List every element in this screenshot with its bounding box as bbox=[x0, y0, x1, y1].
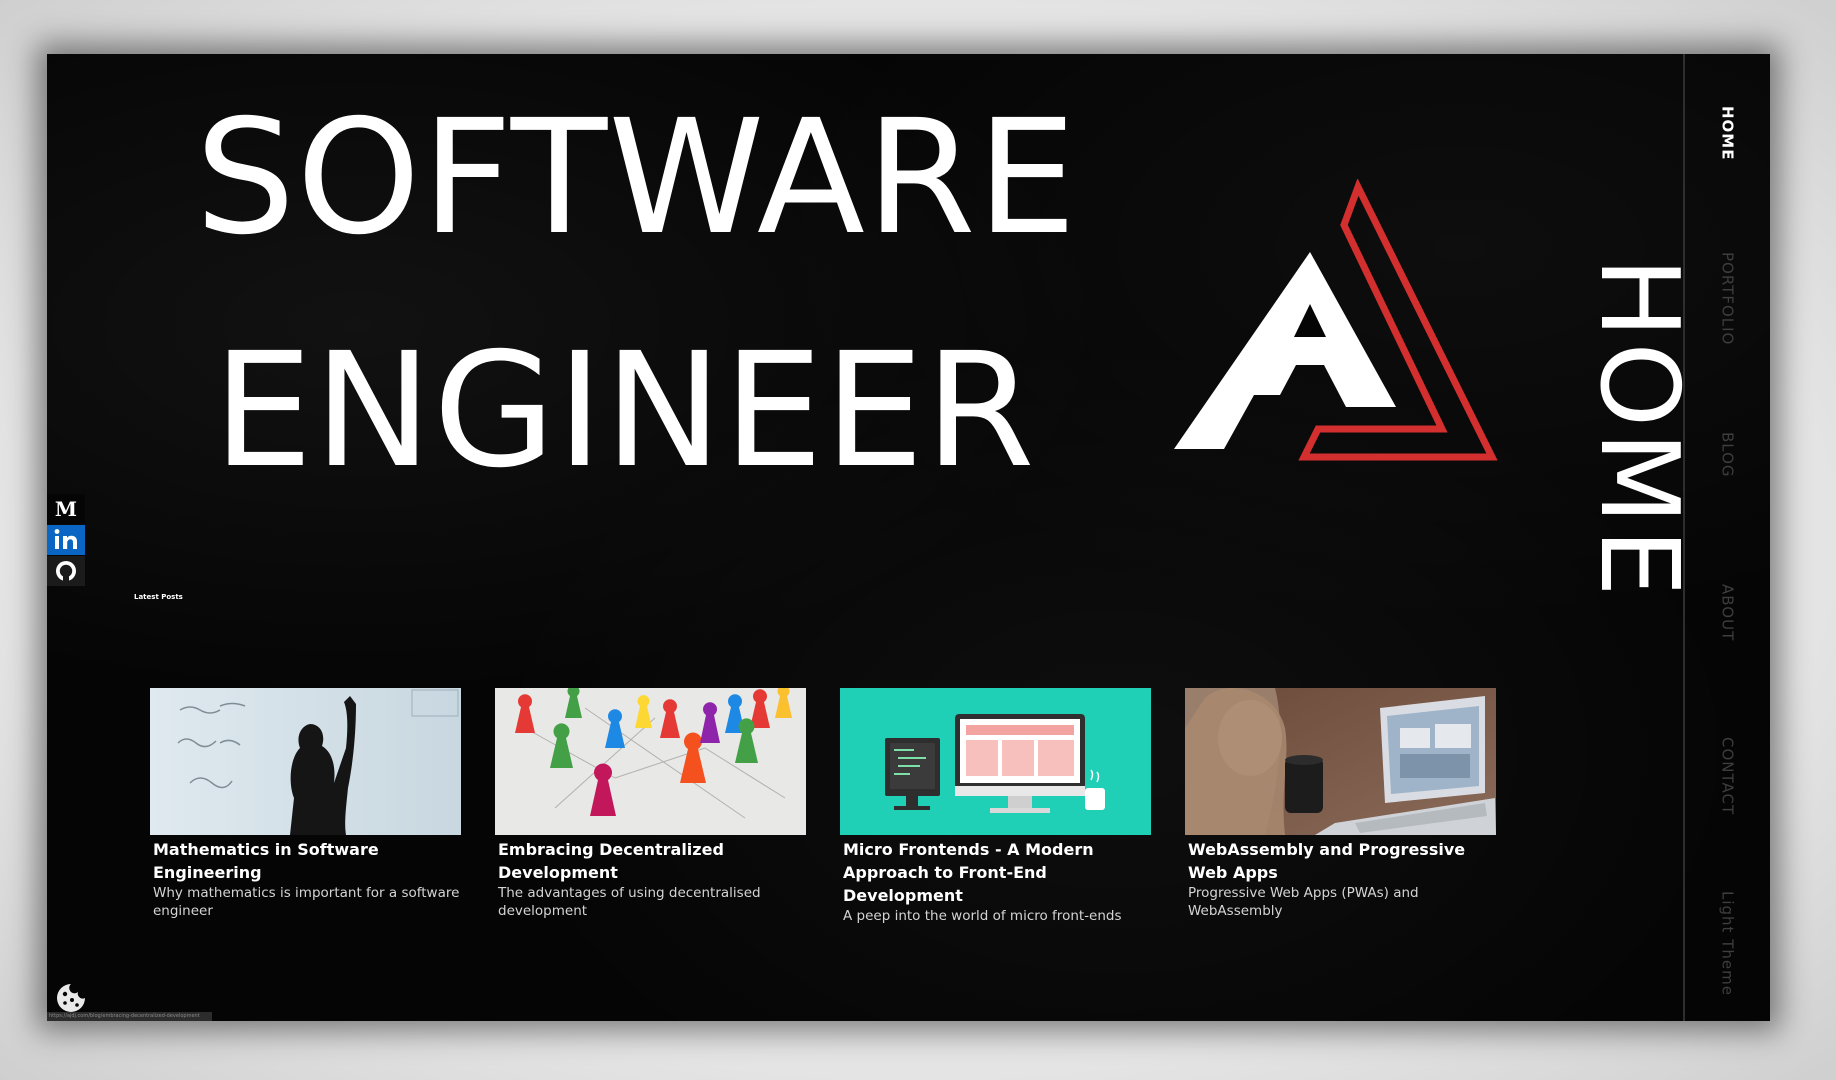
colorful-pawns-image bbox=[495, 688, 806, 835]
post-thumbnail bbox=[150, 688, 461, 835]
linkedin-icon bbox=[47, 525, 85, 555]
post-thumbnail bbox=[1185, 688, 1496, 835]
post-title[interactable]: Embracing Decentralized Development bbox=[498, 838, 806, 884]
post-card[interactable]: WebAssembly and Progressive Web Apps Pro… bbox=[1185, 688, 1496, 920]
linkedin-link[interactable] bbox=[47, 525, 85, 555]
section-title-vertical: HOME bbox=[1576, 257, 1701, 601]
github-icon bbox=[47, 556, 85, 586]
home-section: SOFTWARE ENGINEER HOME M Latest Posts Ma… bbox=[47, 54, 1701, 1021]
theme-toggle[interactable]: Light Theme bbox=[1685, 891, 1770, 1011]
cookie-settings-icon[interactable] bbox=[56, 983, 86, 1013]
nav-item-about[interactable]: ABOUT bbox=[1685, 584, 1770, 674]
post-card[interactable]: Embracing Decentralized Development The … bbox=[495, 688, 806, 920]
social-links: M bbox=[47, 494, 85, 587]
post-card[interactable]: Mathematics in Software Engineering Why … bbox=[150, 688, 461, 920]
laptop-person-image bbox=[1185, 688, 1496, 835]
hero-line-2: ENGINEER bbox=[213, 319, 1036, 503]
post-title[interactable]: WebAssembly and Progressive Web Apps bbox=[1188, 838, 1496, 884]
micro-frontends-image bbox=[840, 688, 1151, 835]
post-description: Progressive Web Apps (PWAs) and WebAssem… bbox=[1188, 885, 1419, 919]
post-description: A peep into the world of micro front-end… bbox=[843, 908, 1122, 924]
post-thumbnail bbox=[495, 688, 806, 835]
medium-icon: M bbox=[47, 494, 85, 524]
brand-logo bbox=[1174, 179, 1498, 461]
hero-line-1: SOFTWARE bbox=[195, 86, 1078, 270]
post-description: Why mathematics is important for a softw… bbox=[153, 885, 460, 919]
post-title[interactable]: Mathematics in Software Engineering bbox=[153, 838, 461, 884]
browser-viewport: SOFTWARE ENGINEER HOME M Latest Posts Ma… bbox=[47, 54, 1770, 1021]
status-bar-url: https://ajdj.com/blog/embracing-decentra… bbox=[47, 1012, 212, 1021]
post-thumbnail bbox=[840, 688, 1151, 835]
svg-text:M: M bbox=[55, 497, 77, 521]
github-link[interactable] bbox=[47, 556, 85, 586]
nav-item-blog[interactable]: BLOG bbox=[1685, 432, 1770, 502]
post-description: The advantages of using decentralised de… bbox=[498, 885, 761, 919]
nav-item-portfolio[interactable]: PORTFOLIO bbox=[1685, 252, 1770, 362]
post-title[interactable]: Micro Frontends - A Modern Approach to F… bbox=[843, 838, 1151, 907]
math-whiteboard-image bbox=[150, 688, 461, 835]
nav-item-contact[interactable]: CONTACT bbox=[1685, 737, 1770, 842]
latest-posts-label: Latest Posts bbox=[134, 593, 183, 601]
vertical-nav: HOME PORTFOLIO BLOG ABOUT CONTACT Light … bbox=[1683, 54, 1770, 1021]
nav-item-home[interactable]: HOME bbox=[1685, 106, 1770, 186]
medium-link[interactable]: M bbox=[47, 494, 85, 524]
post-card[interactable]: Micro Frontends - A Modern Approach to F… bbox=[840, 688, 1151, 925]
